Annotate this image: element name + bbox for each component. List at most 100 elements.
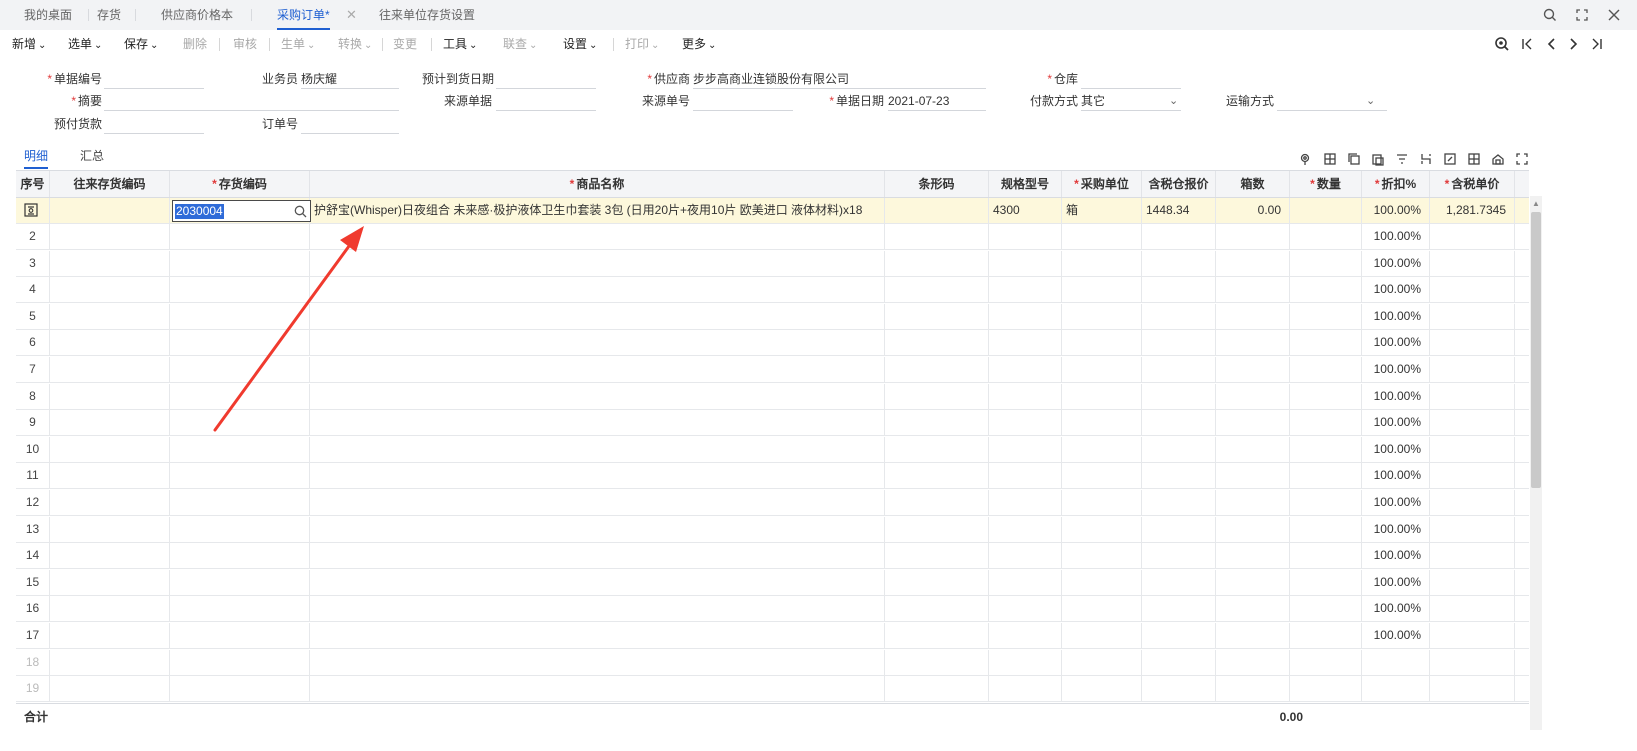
grid-cell[interactable] — [1142, 463, 1216, 489]
grid-cell[interactable] — [989, 463, 1062, 489]
grid-cell[interactable] — [170, 330, 310, 356]
grid-cell[interactable] — [50, 357, 170, 382]
table-row[interactable]: 9 100.00% — [16, 410, 1529, 437]
grid-cell[interactable] — [310, 463, 885, 489]
grid-cell[interactable] — [1290, 410, 1362, 436]
grid-cell[interactable] — [50, 277, 170, 303]
grid-cell[interactable] — [1062, 410, 1142, 436]
grid-cell[interactable] — [310, 250, 885, 276]
grid-cell[interactable] — [1216, 596, 1290, 622]
row-seq-cell[interactable]: 17 — [16, 623, 50, 648]
grid-cell[interactable] — [170, 543, 310, 569]
grid-cell[interactable] — [1290, 569, 1362, 595]
grid-cell[interactable] — [310, 676, 885, 702]
grid-cell[interactable] — [1062, 277, 1142, 303]
grid-cell[interactable] — [1142, 623, 1216, 648]
grid-cell[interactable] — [885, 596, 989, 622]
grid-cell[interactable] — [310, 623, 885, 648]
more-button[interactable]: 更多 ⌄ — [682, 30, 716, 58]
grid-cell[interactable] — [170, 516, 310, 542]
change-button[interactable]: 变更 — [393, 30, 417, 58]
summary-field[interactable] — [104, 92, 399, 110]
table-row[interactable]: 12 100.00% — [16, 490, 1529, 516]
print-grid-icon[interactable] — [1490, 151, 1506, 167]
row-seq-cell[interactable]: 18 — [16, 649, 50, 675]
filter-icon[interactable] — [1394, 151, 1410, 167]
fullscreen-icon[interactable] — [1571, 4, 1593, 26]
grid-cell[interactable] — [310, 596, 885, 622]
row-seq-cell[interactable]: 16 — [16, 596, 50, 622]
table-row[interactable]: 15 100.00% — [16, 569, 1529, 596]
discount-cell[interactable]: 100.00% — [1362, 357, 1430, 382]
grid-cell[interactable] — [170, 649, 310, 675]
grid-cell[interactable] — [989, 357, 1062, 382]
grid-cell[interactable] — [1430, 676, 1515, 702]
grid-cell[interactable] — [50, 330, 170, 356]
grid-cell[interactable] — [310, 330, 885, 356]
convert-button[interactable]: 转换 ⌄ — [338, 30, 372, 58]
grid-cell[interactable] — [50, 649, 170, 675]
paste-row-icon[interactable] — [1370, 151, 1386, 167]
table-row[interactable]: 19 — [16, 676, 1529, 703]
query-button[interactable]: 联查 ⌄ — [503, 30, 537, 58]
grid-cell[interactable] — [170, 596, 310, 622]
grid-cell[interactable] — [50, 516, 170, 542]
close-icon[interactable]: ✕ — [346, 0, 357, 30]
table-row[interactable]: 14 100.00% — [16, 543, 1529, 570]
grid-cell[interactable] — [1142, 330, 1216, 356]
payment-select[interactable]: 其它 — [1081, 92, 1181, 110]
grid-cell[interactable] — [989, 569, 1062, 595]
tax-price-cell[interactable]: 1448.34 — [1142, 198, 1216, 223]
grid-cell[interactable] — [1142, 516, 1216, 542]
grid-cell[interactable] — [885, 224, 989, 249]
grid-cell[interactable] — [1062, 303, 1142, 329]
grid-cell[interactable] — [885, 303, 989, 329]
discount-cell[interactable]: 100.00% — [1362, 303, 1430, 329]
grid-cell[interactable] — [1216, 569, 1290, 595]
tab-partner-stock-settings[interactable]: 往来单位存货设置 — [379, 0, 475, 30]
grid-cell[interactable] — [1430, 357, 1515, 382]
save-button[interactable]: 保存 ⌄ — [124, 30, 158, 58]
grid-cell[interactable] — [1142, 224, 1216, 249]
location-pin-icon[interactable] — [1297, 151, 1313, 167]
grid-cell[interactable] — [885, 623, 989, 648]
grid-cell[interactable] — [1142, 676, 1216, 702]
grid-cell[interactable] — [50, 596, 170, 622]
grid-cell[interactable] — [50, 623, 170, 648]
grid-cell[interactable] — [989, 383, 1062, 409]
row-seq-cell[interactable]: 11 — [16, 463, 50, 489]
discount-cell[interactable]: 100.00% — [1362, 436, 1430, 462]
discount-cell[interactable]: 100.00% — [1362, 383, 1430, 409]
search-icon[interactable] — [291, 202, 309, 220]
grid-cell[interactable] — [1430, 516, 1515, 542]
unit-price-cell[interactable]: 1,281.7345 — [1430, 198, 1515, 223]
spec-cell[interactable]: 4300 — [989, 198, 1062, 223]
grid-cell[interactable] — [1062, 596, 1142, 622]
grid-cell[interactable] — [1216, 410, 1290, 436]
grid-cell[interactable] — [885, 676, 989, 702]
grid-cell[interactable] — [1062, 516, 1142, 542]
grid-cell[interactable] — [1290, 383, 1362, 409]
grid-cell[interactable] — [50, 490, 170, 515]
grid-cell[interactable] — [885, 436, 989, 462]
discount-cell[interactable]: 100.00% — [1362, 463, 1430, 489]
salesman-field[interactable]: 杨庆耀 — [301, 70, 399, 88]
grid-cell[interactable] — [1290, 516, 1362, 542]
grid-cell[interactable] — [885, 410, 989, 436]
grid-cell[interactable] — [989, 436, 1062, 462]
grid-cell[interactable] — [170, 303, 310, 329]
grid-cell[interactable] — [1216, 250, 1290, 276]
prev-record-icon[interactable] — [1540, 33, 1562, 55]
grid-cell[interactable] — [1062, 357, 1142, 382]
row-seq-cell[interactable]: 12 — [16, 490, 50, 515]
grid-cell[interactable] — [310, 649, 885, 675]
grid-cell[interactable] — [1142, 410, 1216, 436]
grid-cell[interactable] — [1142, 490, 1216, 515]
grid-cell[interactable] — [1062, 436, 1142, 462]
tab-supplier-price[interactable]: 供应商价格本 — [161, 0, 233, 30]
table-row[interactable]: 护舒宝(Whisper)日夜组合 未来感·极护液体卫生巾套装 3包 (日用20片… — [16, 198, 1529, 224]
chevron-down-icon[interactable]: ⌄ — [1169, 92, 1178, 110]
row-edit-icon[interactable] — [24, 203, 38, 217]
grid-cell[interactable] — [989, 224, 1062, 249]
grid-cell[interactable] — [170, 357, 310, 382]
